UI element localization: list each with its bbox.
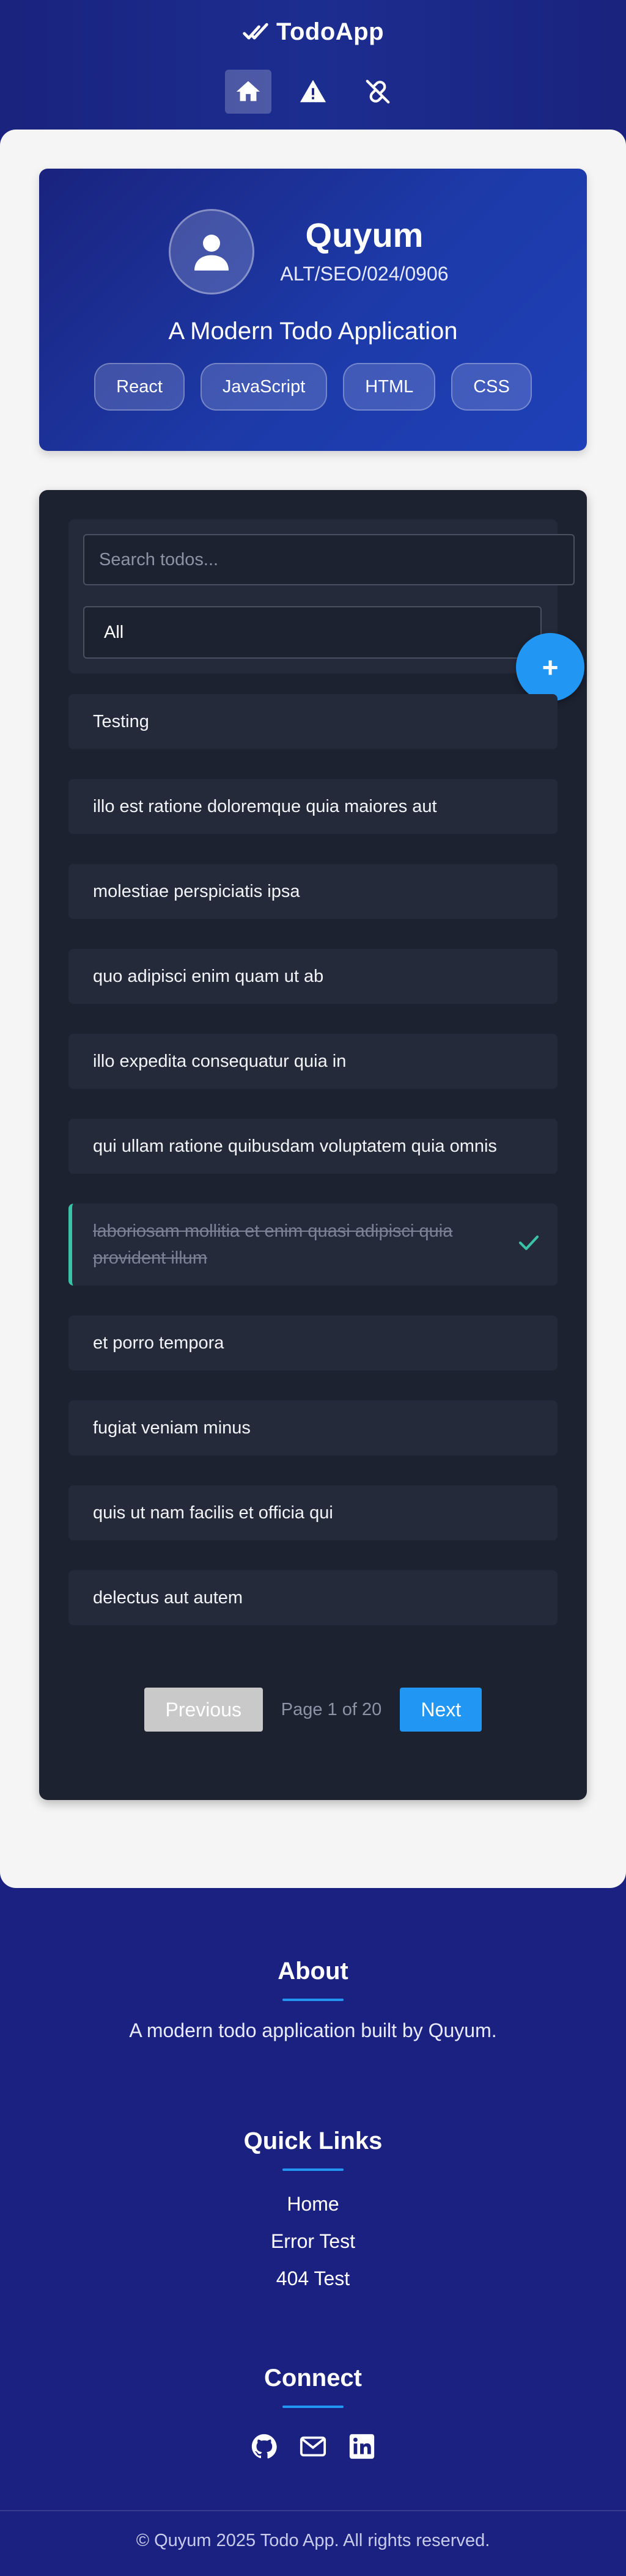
search-input[interactable] [83,534,575,585]
github-icon[interactable] [250,2432,278,2461]
link-home[interactable]: Home [0,2193,626,2216]
page-indicator: Page 1 of 20 [281,1699,382,1719]
profile-name: Quyum [305,216,424,254]
add-todo-button[interactable]: + [516,633,584,701]
todo-item-completed[interactable]: laboriosam mollitia et enim quasi adipis… [68,1204,558,1286]
tech-tags: React JavaScript HTML CSS [39,363,587,411]
tag-react: React [94,363,185,411]
main-content: Quyum ALT/SEO/024/0906 A Modern Todo App… [0,130,626,1888]
app-header: TodoApp [0,0,626,130]
home-icon [236,81,260,101]
profile-id: ALT/SEO/024/0906 [280,263,449,285]
avatar [169,209,254,295]
footer-divider [0,2510,626,2511]
todo-item[interactable]: delectus aut autem [68,1570,558,1625]
linkedin-icon[interactable] [348,2432,376,2461]
todo-item[interactable]: qui ullam ratione quibusdam voluptatem q… [68,1119,558,1174]
next-button[interactable]: Next [400,1688,482,1732]
todo-item[interactable]: et porro tempora [68,1315,558,1370]
brand[interactable]: TodoApp [0,18,626,46]
todo-panel: All + Testing illo est ratione doloremqu… [39,490,587,1800]
check-icon [518,1235,539,1250]
link-404-test[interactable]: 404 Test [0,2267,626,2290]
todo-item[interactable]: illo expedita consequatur quia in [68,1034,558,1089]
user-icon [194,235,229,271]
mail-icon[interactable] [299,2432,327,2461]
double-check-icon [243,23,268,40]
profile-tagline: A Modern Todo Application [168,318,458,345]
nav-home[interactable] [225,70,271,114]
profile-card: Quyum ALT/SEO/024/0906 A Modern Todo App… [39,169,587,451]
todo-item[interactable]: Testing [68,694,558,749]
about-title: About [278,1958,348,1985]
pagination: Previous Page 1 of 20 Next [39,1688,587,1732]
quick-links-list: Home Error Test 404 Test [0,2193,626,2290]
brand-name: TodoApp [276,18,385,45]
todo-item[interactable]: quo adipisci enim quam ut ab [68,949,558,1004]
warning-icon [300,79,326,103]
footer-connect: Connect [0,2365,626,2461]
tag-javascript: JavaScript [200,363,328,411]
filter-box: All [68,519,575,673]
status-filter-select[interactable]: All [83,606,542,659]
todo-item[interactable]: quis ut nam facilis et officia qui [68,1485,558,1540]
todo-item[interactable]: fugiat veniam minus [68,1400,558,1455]
title-underline [282,2406,344,2408]
social-links [0,2432,626,2461]
todo-item[interactable]: illo est ratione doloremque quia maiores… [68,779,558,834]
connect-title: Connect [264,2365,362,2391]
previous-button[interactable]: Previous [144,1688,263,1732]
copyright: © Quyum 2025 Todo App. All rights reserv… [136,2531,490,2550]
todo-item[interactable]: molestiae perspiciatis ipsa [68,864,558,919]
nav-404-test[interactable] [355,70,401,114]
todo-title: laboriosam mollitia et enim quasi adipis… [93,1221,453,1268]
quick-links-title: Quick Links [243,2128,383,2154]
tag-html: HTML [343,363,436,411]
broken-link-icon [366,79,390,104]
tag-css: CSS [451,363,532,411]
title-underline [282,2168,344,2171]
nav-error-test[interactable] [290,70,336,114]
footer-about: About A modern todo application built by… [0,1958,626,2042]
footer-quick-links: Quick Links Home Error Test 404 Test [0,2128,626,2305]
about-text: A modern todo application built by Quyum… [129,2019,497,2041]
main-nav [0,70,626,114]
link-error-test[interactable]: Error Test [0,2230,626,2253]
title-underline [282,1999,344,2001]
